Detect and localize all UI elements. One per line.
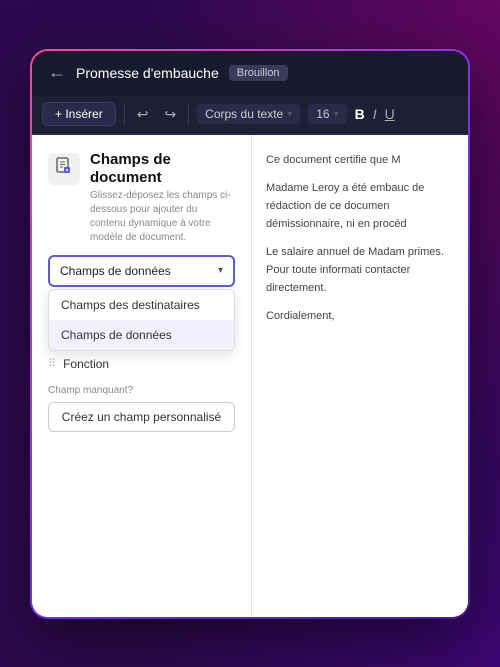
font-name-select[interactable]: Corps du texte ▾ bbox=[197, 104, 300, 124]
font-name-chevron: ▾ bbox=[287, 109, 292, 120]
create-custom-field-button[interactable]: Créez un champ personnalisé bbox=[48, 402, 235, 432]
panel-icon-wrap bbox=[48, 153, 80, 185]
dropdown-selected-value: Champs de données bbox=[60, 264, 171, 278]
drag-icon-fonction: ⠿ bbox=[48, 357, 55, 370]
toolbar-divider bbox=[124, 104, 125, 124]
dropdown-menu: Champs des destinataires Champs de donné… bbox=[48, 289, 235, 351]
panel-header: Champs de document Glissez-déposez les c… bbox=[48, 151, 235, 245]
document-title: Promesse d'embauche bbox=[76, 65, 219, 81]
insert-button[interactable]: + Insérer bbox=[42, 102, 116, 126]
field-item-fonction[interactable]: ⠿ Fonction bbox=[48, 351, 235, 377]
underline-button[interactable]: U bbox=[385, 106, 395, 122]
doc-line-2: Madame Leroy a été embauc de rédaction d… bbox=[266, 179, 454, 233]
panel-subtitle: Glissez-déposez les champs ci-dessous po… bbox=[90, 189, 235, 245]
document-content: Ce document certifie que M Madame Leroy … bbox=[266, 151, 454, 326]
back-button[interactable]: ← bbox=[48, 62, 66, 83]
main-content: Champs de document Glissez-déposez les c… bbox=[32, 135, 468, 617]
bold-button[interactable]: B bbox=[355, 106, 365, 122]
doc-line-4: Cordialement, bbox=[266, 307, 454, 325]
dropdown-trigger[interactable]: Champs de données ▾ bbox=[48, 255, 235, 287]
font-size-select[interactable]: 16 ▾ bbox=[308, 104, 346, 124]
dropdown-chevron-icon: ▾ bbox=[218, 265, 223, 276]
fields-panel: Champs de document Glissez-déposez les c… bbox=[32, 135, 252, 617]
document-icon bbox=[55, 157, 73, 180]
document-preview: Ce document certifie que M Madame Leroy … bbox=[252, 135, 468, 617]
missing-field-label: Champ manquant? bbox=[48, 385, 235, 396]
doc-line-3: Le salaire annuel de Madam primes. Pour … bbox=[266, 243, 454, 297]
field-label-fonction: Fonction bbox=[63, 357, 109, 371]
undo-button[interactable]: ↩ bbox=[133, 104, 153, 125]
app-window: ← Promesse d'embauche Brouillon + Insére… bbox=[30, 49, 470, 619]
status-badge: Brouillon bbox=[229, 65, 288, 81]
panel-title: Champs de document bbox=[90, 151, 235, 187]
title-bar: ← Promesse d'embauche Brouillon bbox=[32, 51, 468, 95]
toolbar-divider-2 bbox=[188, 104, 189, 124]
italic-button[interactable]: I bbox=[373, 106, 377, 122]
redo-button[interactable]: ↪ bbox=[160, 104, 180, 125]
font-size-chevron: ▾ bbox=[334, 109, 339, 120]
insert-label: + Insérer bbox=[55, 107, 103, 121]
toolbar: + Insérer ↩ ↪ Corps du texte ▾ 16 ▾ B I … bbox=[32, 95, 468, 135]
dropdown-option-recipients[interactable]: Champs des destinataires bbox=[49, 290, 234, 320]
dropdown-option-data[interactable]: Champs de données bbox=[49, 320, 234, 350]
panel-title-group: Champs de document Glissez-déposez les c… bbox=[90, 151, 235, 245]
doc-line-1: Ce document certifie que M bbox=[266, 151, 454, 169]
field-type-dropdown[interactable]: Champs de données ▾ Champs des destinata… bbox=[48, 255, 235, 287]
